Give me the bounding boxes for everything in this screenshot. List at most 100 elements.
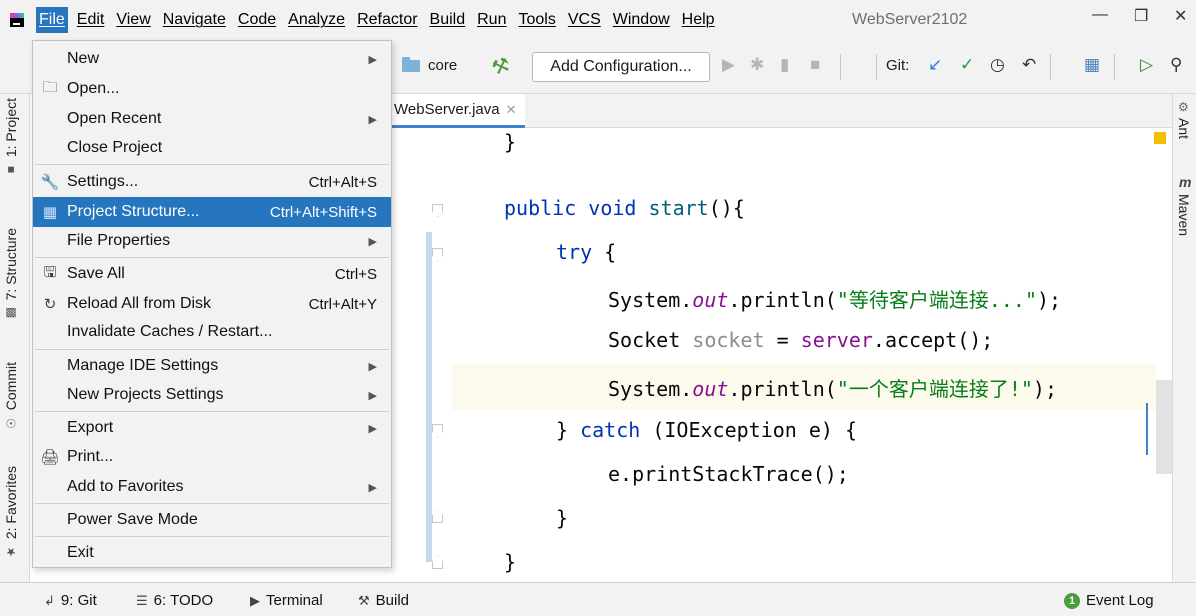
fold-marker-icon[interactable] bbox=[432, 556, 443, 569]
git-commit-icon[interactable]: ✓ bbox=[960, 55, 974, 75]
wrench-icon: 🔧 bbox=[40, 174, 60, 191]
menu-item-export[interactable]: Export ▶ bbox=[33, 413, 391, 443]
menu-item-save-all[interactable]: 🖫 Save All Ctrl+S bbox=[33, 259, 391, 289]
code-line: System.out.println("一个客户端连接了!"); bbox=[608, 377, 1058, 401]
minimize-icon[interactable]: — bbox=[1092, 6, 1108, 24]
ant-icon: ⚙ bbox=[1178, 100, 1189, 114]
menu-tools[interactable]: Tools bbox=[515, 7, 558, 33]
status-build-label: Build bbox=[375, 592, 410, 609]
fold-marker-icon[interactable] bbox=[432, 204, 443, 217]
menu-navigate[interactable]: Navigate bbox=[160, 7, 229, 33]
todo-icon: ☰ bbox=[136, 592, 148, 608]
search-icon[interactable]: ⚲ bbox=[1170, 55, 1182, 75]
code-line: } bbox=[556, 506, 569, 530]
menu-item-shortcut: Ctrl+Alt+Y bbox=[308, 295, 377, 313]
toolbar-separator bbox=[1050, 54, 1051, 80]
tool-window-label: 7: Structure bbox=[3, 228, 19, 301]
menu-refactor[interactable]: Refactor bbox=[354, 7, 420, 33]
menu-edit[interactable]: Edit bbox=[74, 7, 108, 33]
status-git[interactable]: ↲ 9: Git bbox=[44, 592, 97, 609]
menu-item-settings[interactable]: 🔧 Settings... Ctrl+Alt+S bbox=[33, 167, 391, 197]
structure-icon: ▩ bbox=[4, 306, 18, 321]
toolbar-separator bbox=[840, 54, 841, 80]
menu-item-new-projects-settings[interactable]: New Projects Settings ▶ bbox=[33, 380, 391, 410]
editor-gutter bbox=[392, 128, 452, 582]
terminal-icon: ▶ bbox=[250, 592, 260, 608]
tool-window-maven[interactable]: Maven bbox=[1176, 194, 1192, 236]
menu-item-open-recent[interactable]: Open Recent ▶ bbox=[33, 104, 391, 134]
menu-item-invalidate-caches[interactable]: Invalidate Caches / Restart... bbox=[33, 317, 391, 347]
coverage-icon[interactable]: ▮ bbox=[780, 55, 789, 75]
toolbar-separator bbox=[876, 54, 877, 80]
star-icon: ★ bbox=[4, 545, 18, 560]
project-icon: ■ bbox=[4, 163, 18, 178]
fold-range-indicator bbox=[426, 232, 432, 562]
menu-item-label: Open Recent bbox=[67, 110, 162, 127]
menu-item-project-structure[interactable]: ▦ Project Structure... Ctrl+Alt+Shift+S bbox=[33, 197, 391, 227]
close-tab-icon[interactable]: ✕ bbox=[506, 102, 517, 118]
tool-window-favorites[interactable]: ★ 2: Favorites bbox=[3, 466, 19, 559]
tool-window-ant[interactable]: Ant bbox=[1176, 118, 1192, 139]
terminal-icon[interactable]: ▷ bbox=[1140, 55, 1153, 75]
fold-marker-icon[interactable] bbox=[432, 424, 443, 437]
menu-window[interactable]: Window bbox=[610, 7, 673, 33]
menu-vcs[interactable]: VCS bbox=[565, 7, 604, 33]
menu-item-file-properties[interactable]: File Properties ▶ bbox=[33, 226, 391, 256]
menu-item-label: Reload All from Disk bbox=[67, 295, 212, 312]
menu-help[interactable]: Help bbox=[679, 7, 718, 33]
tool-window-structure[interactable]: ▩ 7: Structure bbox=[3, 228, 19, 320]
fold-marker-icon[interactable] bbox=[432, 248, 443, 261]
editor-scrollbar[interactable] bbox=[1156, 380, 1172, 474]
menu-file[interactable]: File bbox=[36, 7, 68, 33]
editor-tab-webserver[interactable]: WebServer.java ✕ bbox=[392, 94, 525, 128]
menu-item-exit[interactable]: Exit bbox=[33, 538, 391, 568]
menu-build[interactable]: Build bbox=[427, 7, 469, 33]
menu-item-label: Save All bbox=[67, 265, 125, 282]
menu-item-print[interactable]: 🖨 Print... bbox=[33, 442, 391, 472]
main-menu-bar: File Edit View Navigate Code Analyze Ref… bbox=[0, 0, 1196, 40]
menu-item-open[interactable]: 🗀 Open... bbox=[33, 74, 391, 104]
rollback-icon[interactable]: ↶ bbox=[1022, 55, 1036, 75]
status-todo[interactable]: ☰ 6: TODO bbox=[136, 592, 213, 609]
editor-tab-bar: WebServer.java ✕ bbox=[392, 94, 1172, 128]
menu-item-reload-all[interactable]: ↻ Reload All from Disk Ctrl+Alt+Y bbox=[33, 289, 391, 319]
menu-item-manage-ide-settings[interactable]: Manage IDE Settings ▶ bbox=[33, 351, 391, 381]
history-icon[interactable]: ◷ bbox=[990, 55, 1005, 75]
save-icon: 🖫 bbox=[43, 263, 57, 281]
menu-item-shortcut: Ctrl+Alt+S bbox=[308, 173, 377, 191]
breadcrumb[interactable]: core bbox=[402, 56, 458, 74]
build-hammer-icon[interactable]: ⚒ bbox=[488, 52, 513, 82]
debug-icon[interactable]: ✱ bbox=[750, 55, 764, 75]
menu-separator bbox=[35, 257, 389, 258]
status-event-log[interactable]: 1 Event Log bbox=[1064, 592, 1154, 609]
change-marker bbox=[1146, 403, 1148, 455]
tool-window-project[interactable]: ■ 1: Project bbox=[3, 98, 19, 177]
menu-code[interactable]: Code bbox=[235, 7, 279, 33]
run-icon[interactable]: ▶ bbox=[722, 55, 735, 75]
file-menu-dropdown: New ▶ 🗀 Open... Open Recent ▶ Close Proj… bbox=[32, 40, 392, 568]
right-tool-strip: ⚙ Ant m Maven bbox=[1172, 94, 1196, 582]
status-terminal[interactable]: ▶ Terminal bbox=[250, 592, 323, 609]
breadcrumb-label: core bbox=[428, 57, 458, 74]
menu-item-label: Invalidate Caches / Restart... bbox=[67, 323, 273, 340]
menu-run[interactable]: Run bbox=[474, 7, 509, 33]
menu-item-label: Exit bbox=[67, 544, 94, 561]
project-structure-icon[interactable]: ▦ bbox=[1084, 55, 1100, 75]
restore-icon[interactable]: ❐ bbox=[1134, 6, 1148, 26]
menu-item-new[interactable]: New ▶ bbox=[33, 44, 391, 74]
git-update-icon[interactable]: ↙ bbox=[928, 55, 942, 75]
status-build[interactable]: ⚒ Build bbox=[358, 592, 409, 609]
fold-marker-icon[interactable] bbox=[432, 510, 443, 523]
left-tool-strip: ■ 1: Project ▩ 7: Structure ☉ Commit ★ 2… bbox=[0, 94, 30, 582]
close-icon[interactable]: ✕ bbox=[1174, 6, 1187, 26]
menu-analyze[interactable]: Analyze bbox=[285, 7, 348, 33]
stop-icon[interactable]: ■ bbox=[810, 55, 820, 75]
menu-item-add-to-favorites[interactable]: Add to Favorites ▶ bbox=[33, 472, 391, 502]
code-editor[interactable]: } public void start(){ try { System.out.… bbox=[392, 128, 1172, 582]
menu-item-power-save-mode[interactable]: Power Save Mode bbox=[33, 505, 391, 535]
warning-marker-icon[interactable] bbox=[1154, 132, 1166, 144]
add-configuration-button[interactable]: Add Configuration... bbox=[532, 52, 710, 82]
menu-view[interactable]: View bbox=[113, 7, 153, 33]
menu-item-close-project[interactable]: Close Project bbox=[33, 133, 391, 163]
tool-window-commit[interactable]: ☉ Commit bbox=[3, 362, 19, 430]
